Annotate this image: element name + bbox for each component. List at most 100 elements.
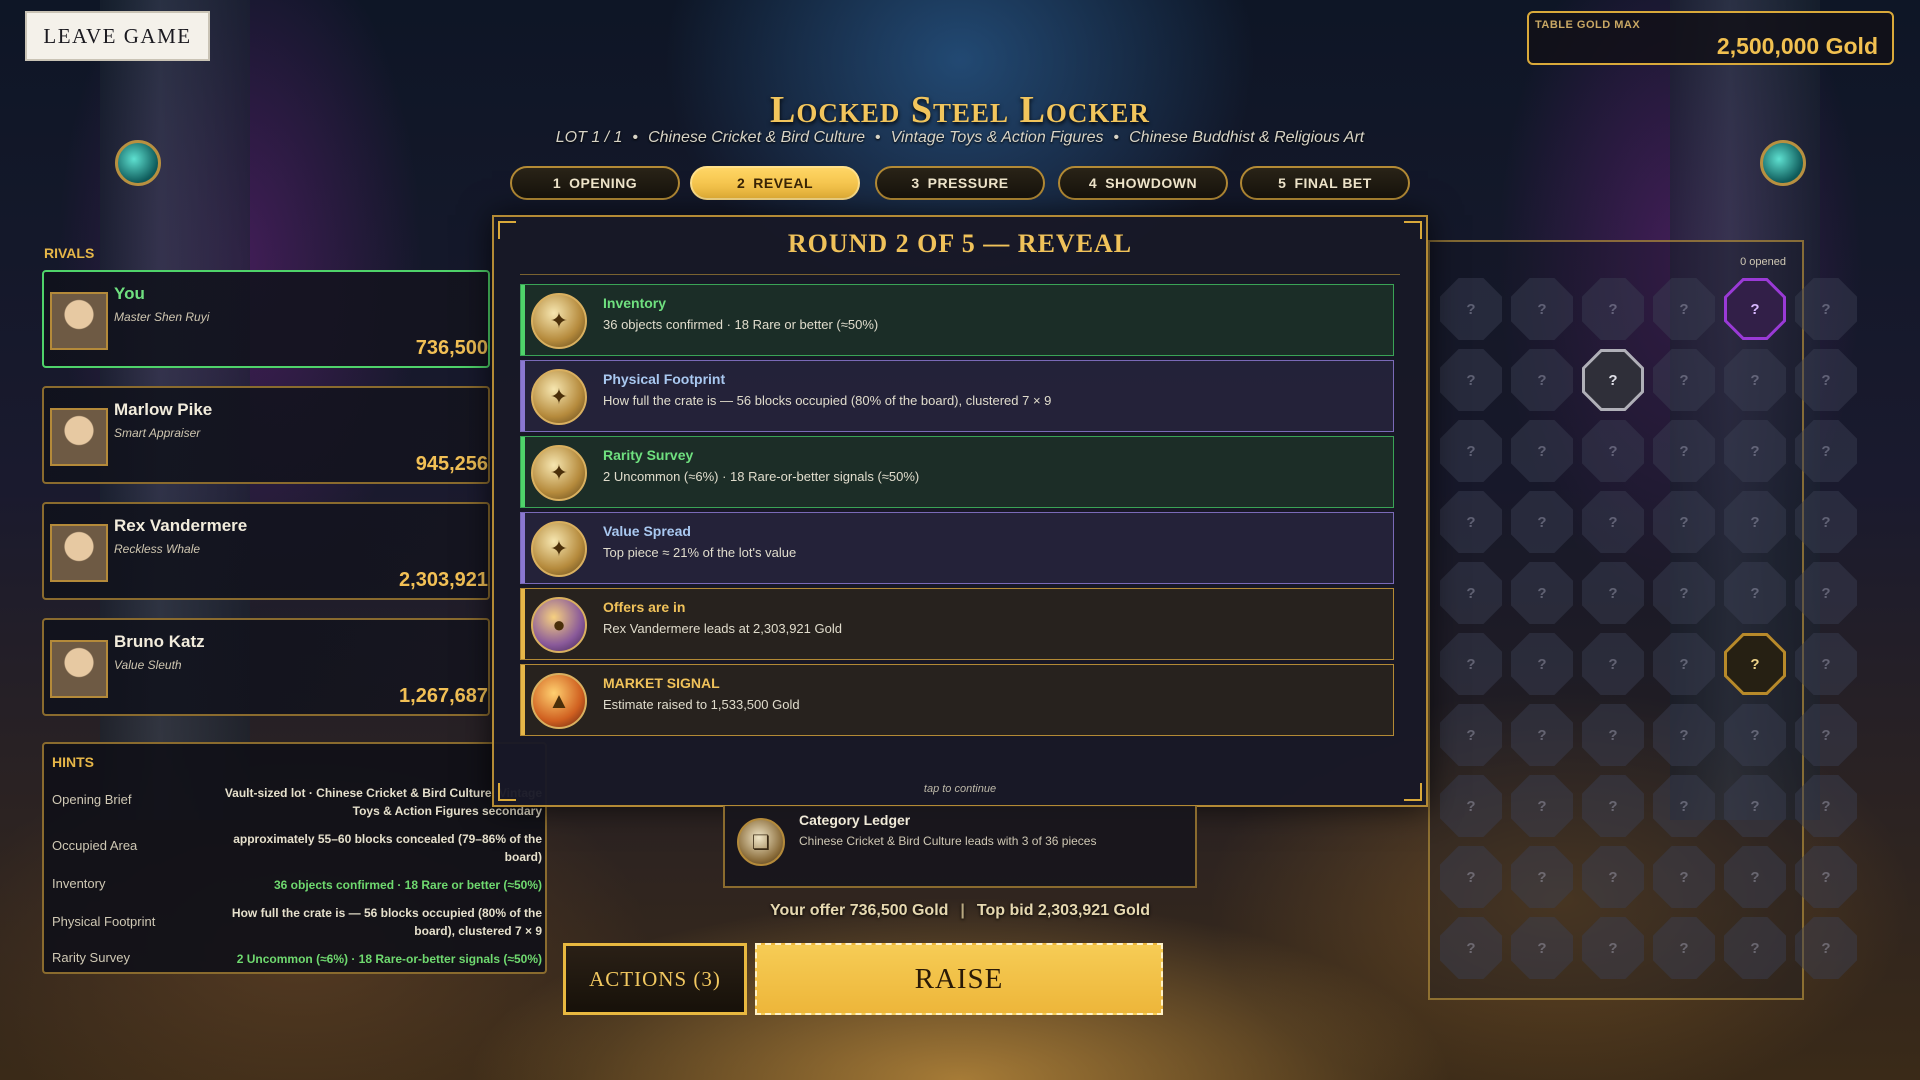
board-cell[interactable]: ? bbox=[1582, 846, 1644, 908]
cell-mark: ? bbox=[1537, 939, 1547, 957]
board-cell[interactable]: ? bbox=[1795, 491, 1857, 553]
board-cell[interactable]: ? bbox=[1582, 278, 1644, 340]
lot-title: Locked Steel Locker bbox=[770, 89, 1150, 131]
board-cell[interactable]: ? bbox=[1582, 917, 1644, 979]
board-cell[interactable]: ? bbox=[1653, 846, 1715, 908]
board-cell[interactable]: ? bbox=[1440, 278, 1502, 340]
board-cell[interactable]: ? bbox=[1724, 846, 1786, 908]
rival-name: Rex Vandermere bbox=[114, 516, 248, 535]
board-cell[interactable]: ? bbox=[1511, 278, 1573, 340]
board-cell[interactable]: ? bbox=[1724, 420, 1786, 482]
board-cell[interactable]: ? bbox=[1440, 775, 1502, 837]
board-cell[interactable]: ? bbox=[1724, 917, 1786, 979]
cell-mark: ? bbox=[1821, 868, 1831, 886]
cell-mark: ? bbox=[1608, 371, 1618, 389]
lot-subtitle: LOT 1 / 1 • Chinese Cricket & Bird Culture… bbox=[555, 129, 1365, 146]
board-cell[interactable]: ? bbox=[1582, 633, 1644, 695]
reveal-card-offers: ● Offers are in Rex Vandermere leads at … bbox=[520, 588, 1394, 660]
board-cell[interactable]: ? bbox=[1440, 633, 1502, 695]
board-cell[interactable]: ? bbox=[1724, 704, 1786, 766]
board-cell[interactable]: ? bbox=[1440, 349, 1502, 411]
cell-mark: ? bbox=[1679, 300, 1689, 318]
board-cell[interactable]: ? bbox=[1653, 491, 1715, 553]
raise-button[interactable]: RAISE bbox=[755, 943, 1163, 1015]
avatar bbox=[50, 524, 108, 582]
board-cell[interactable]: ? bbox=[1653, 704, 1715, 766]
actions-button[interactable]: ACTIONS (3) bbox=[563, 943, 747, 1015]
board-cell[interactable]: ? bbox=[1440, 704, 1502, 766]
board-cell[interactable]: ? bbox=[1440, 846, 1502, 908]
cell-mark: ? bbox=[1821, 939, 1831, 957]
board-cell[interactable]: ? bbox=[1653, 775, 1715, 837]
board-cell[interactable]: ? bbox=[1795, 562, 1857, 624]
cell-mark: ? bbox=[1466, 371, 1476, 389]
board-cell[interactable]: ? bbox=[1724, 349, 1786, 411]
cell-mark: ? bbox=[1608, 584, 1618, 602]
board-cell[interactable]: ? bbox=[1582, 420, 1644, 482]
board-cell[interactable]: ? bbox=[1582, 704, 1644, 766]
board-cell[interactable]: ? bbox=[1724, 278, 1786, 340]
board-cell[interactable]: ? bbox=[1511, 846, 1573, 908]
hint-value: approximately 55–60 blocks concealed (79… bbox=[233, 832, 542, 864]
board-cell[interactable]: ? bbox=[1582, 349, 1644, 411]
board-cell[interactable]: ? bbox=[1511, 349, 1573, 411]
board-cell[interactable]: ? bbox=[1795, 349, 1857, 411]
board-cell[interactable]: ? bbox=[1511, 704, 1573, 766]
cell-mark: ? bbox=[1750, 584, 1760, 602]
board-cell[interactable]: ? bbox=[1582, 491, 1644, 553]
rival-card-you[interactable]: You Master Shen Ruyi 736,500 bbox=[42, 270, 490, 368]
board-cell[interactable]: ? bbox=[1795, 775, 1857, 837]
board-cell[interactable]: ? bbox=[1582, 562, 1644, 624]
board-cell[interactable]: ? bbox=[1653, 633, 1715, 695]
rival-card-rex-vandermere[interactable]: Rex Vandermere Reckless Whale 2,303,921 bbox=[42, 502, 490, 600]
leave-game-button[interactable]: LEAVE GAME bbox=[25, 11, 210, 61]
board-cell[interactable]: ? bbox=[1511, 562, 1573, 624]
rival-card-marlow-pike[interactable]: Marlow Pike Smart Appraiser 945,256 bbox=[42, 386, 490, 484]
cell-mark: ? bbox=[1821, 584, 1831, 602]
board-cell[interactable]: ? bbox=[1724, 562, 1786, 624]
tab-pressure[interactable]: 3 PRESSURE bbox=[875, 166, 1045, 200]
board-cell[interactable]: ? bbox=[1511, 917, 1573, 979]
board-cell[interactable]: ? bbox=[1795, 846, 1857, 908]
rival-name: You bbox=[114, 284, 145, 303]
board-cell[interactable]: ? bbox=[1653, 917, 1715, 979]
rival-card-bruno-katz[interactable]: Bruno Katz Value Sleuth 1,267,687 bbox=[42, 618, 490, 716]
board-cell[interactable]: ? bbox=[1653, 349, 1715, 411]
board-cell[interactable]: ? bbox=[1795, 278, 1857, 340]
board-cell[interactable]: ? bbox=[1440, 917, 1502, 979]
cell-mark: ? bbox=[1466, 726, 1476, 744]
cell-mark: ? bbox=[1608, 655, 1618, 673]
board-cell[interactable]: ? bbox=[1795, 917, 1857, 979]
cell-mark: ? bbox=[1537, 513, 1547, 531]
board-cell[interactable]: ? bbox=[1440, 562, 1502, 624]
board-cell[interactable]: ? bbox=[1653, 562, 1715, 624]
board-cell[interactable]: ? bbox=[1653, 420, 1715, 482]
hint-value: 2 Uncommon (≈6%) · 18 Rare-or-better sig… bbox=[236, 952, 542, 966]
board-cell[interactable]: ? bbox=[1724, 775, 1786, 837]
board-cell[interactable]: ? bbox=[1795, 633, 1857, 695]
cell-mark: ? bbox=[1821, 371, 1831, 389]
tab-final-bet[interactable]: 5 FINAL BET bbox=[1240, 166, 1410, 200]
board-cell[interactable]: ? bbox=[1511, 491, 1573, 553]
board-cell[interactable]: ? bbox=[1582, 775, 1644, 837]
board-cell[interactable]: ? bbox=[1440, 420, 1502, 482]
board-cell[interactable]: ? bbox=[1511, 775, 1573, 837]
board-cell[interactable]: ? bbox=[1511, 420, 1573, 482]
cell-mark: ? bbox=[1679, 868, 1689, 886]
board-cell[interactable]: ? bbox=[1795, 704, 1857, 766]
tab-reveal[interactable]: 2 REVEAL bbox=[690, 166, 860, 200]
board-cell[interactable]: ? bbox=[1724, 491, 1786, 553]
cell-mark: ? bbox=[1821, 513, 1831, 531]
tab-showdown[interactable]: 4 SHOWDOWN bbox=[1058, 166, 1228, 200]
cell-mark: ? bbox=[1750, 655, 1760, 673]
board-cell[interactable]: ? bbox=[1724, 633, 1786, 695]
board-cell[interactable]: ? bbox=[1653, 278, 1715, 340]
cell-mark: ? bbox=[1466, 584, 1476, 602]
tab-opening[interactable]: 1 OPENING bbox=[510, 166, 680, 200]
board-cell[interactable]: ? bbox=[1511, 633, 1573, 695]
board-cell[interactable]: ? bbox=[1440, 491, 1502, 553]
tap-to-continue[interactable]: tap to continue bbox=[494, 783, 1426, 795]
ledger-title: Category Ledger bbox=[799, 812, 911, 828]
board-cell[interactable]: ? bbox=[1795, 420, 1857, 482]
reveal-modal[interactable]: ROUND 2 OF 5 — REVEAL ✦ Inventory 36 obj… bbox=[492, 215, 1428, 807]
